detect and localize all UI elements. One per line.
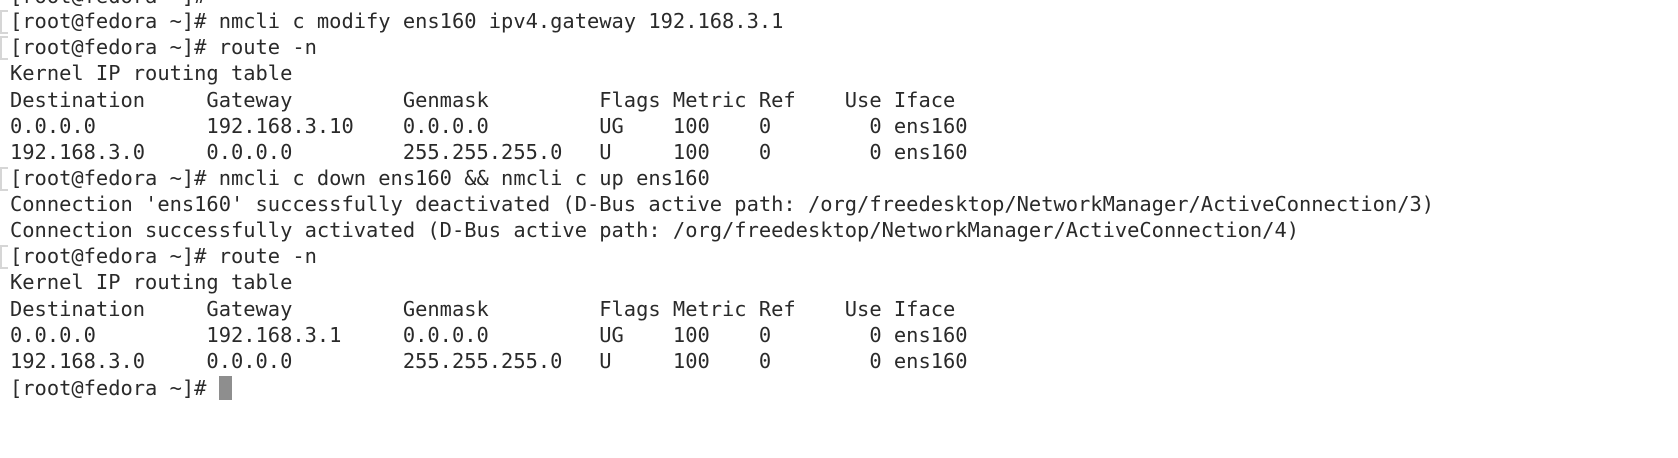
- text-cursor: [218, 376, 232, 400]
- terminal-line: Connection successfully activated (D-Bus…: [10, 218, 1300, 242]
- prompt-marker: [0, 167, 8, 191]
- terminal-line: [root@fedora ~]# route -n: [10, 244, 317, 268]
- terminal-line: Destination Gateway Genmask Flags Metric…: [10, 88, 956, 112]
- terminal-input-line[interactable]: [root@fedora ~]#: [10, 374, 232, 402]
- terminal-line: 192.168.3.0 0.0.0.0 255.255.255.0 U 100 …: [10, 140, 968, 164]
- terminal-prompt: [root@fedora ~]#: [10, 376, 219, 400]
- terminal-line: Connection 'ens160' successfully deactiv…: [10, 192, 1435, 216]
- prompt-marker: [0, 36, 8, 60]
- terminal-line: [root@fedora ~]# route -n: [10, 35, 317, 59]
- terminal-line: Kernel IP routing table: [10, 270, 293, 294]
- terminal-line: 0.0.0.0 192.168.3.10 0.0.0.0 UG 100 0 0 …: [10, 114, 968, 138]
- prompt-marker: [0, 10, 8, 34]
- prompt-marker: [0, 245, 8, 269]
- terminal-window[interactable]: [root@fedora ~]# [root@fedora ~]# nmcli …: [0, 0, 1678, 458]
- terminal-line: [root@fedora ~]# nmcli c modify ens160 i…: [10, 9, 784, 33]
- terminal-line: 0.0.0.0 192.168.3.1 0.0.0.0 UG 100 0 0 e…: [10, 323, 968, 347]
- terminal-line: Kernel IP routing table: [10, 61, 293, 85]
- terminal-line: [root@fedora ~]# nmcli c down ens160 && …: [10, 166, 710, 190]
- terminal-line: 192.168.3.0 0.0.0.0 255.255.255.0 U 100 …: [10, 349, 968, 373]
- terminal-line: Destination Gateway Genmask Flags Metric…: [10, 297, 956, 321]
